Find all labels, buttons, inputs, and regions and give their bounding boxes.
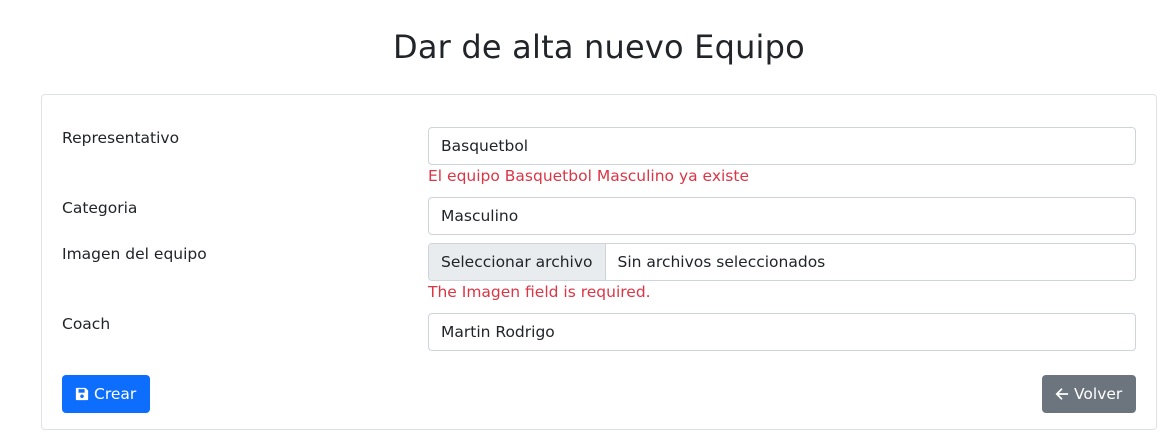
file-status: Sin archivos seleccionados (617, 253, 826, 271)
form-card: Representativo Basquetbol El equipo Basq… (41, 94, 1157, 430)
coach-input[interactable]: Martin Rodrigo (428, 313, 1136, 351)
arrow-left-icon (1054, 386, 1070, 402)
imagen-error: The Imagen field is required. (428, 283, 651, 301)
coach-label: Coach (62, 315, 111, 333)
save-icon (74, 386, 90, 402)
representativo-error: El equipo Basquetbol Masculino ya existe (428, 167, 749, 185)
page-title: Dar de alta nuevo Equipo (393, 28, 805, 66)
create-button-label: Crear (94, 385, 137, 403)
representativo-label: Representativo (62, 129, 180, 147)
representativo-input[interactable]: Basquetbol (428, 127, 1136, 165)
select-file-button[interactable]: Seleccionar archivo (429, 244, 606, 280)
imagen-label: Imagen del equipo (62, 245, 207, 263)
back-button[interactable]: Volver (1042, 375, 1136, 413)
create-button[interactable]: Crear (62, 375, 150, 413)
back-button-label: Volver (1074, 385, 1123, 403)
categoria-select[interactable]: Masculino (428, 197, 1136, 235)
categoria-label: Categoria (62, 199, 138, 217)
imagen-file-input[interactable]: Seleccionar archivo Sin archivos selecci… (428, 243, 1136, 281)
